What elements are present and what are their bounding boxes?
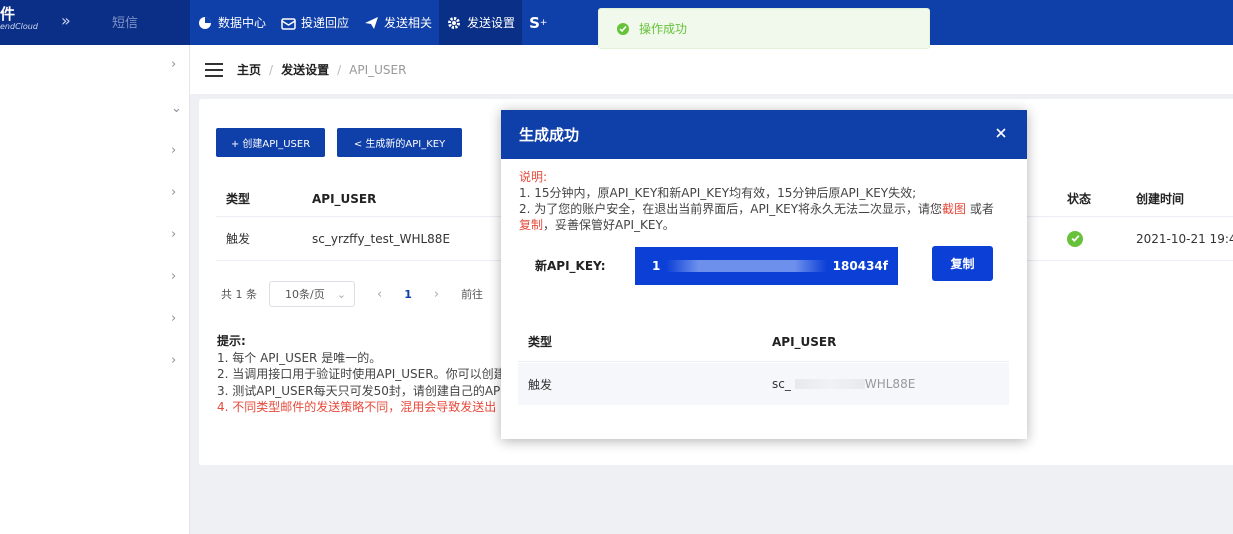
chevron-right-icon[interactable]: › — [171, 57, 176, 72]
menu-icon[interactable] — [205, 62, 223, 77]
sms-tab[interactable]: 短信 — [112, 12, 138, 31]
pie-chart-icon — [197, 15, 213, 31]
table-row: 触发 sc_ WHL88E — [518, 363, 1009, 405]
sidebar: › ⌄ › › › › › › — [0, 45, 190, 534]
nav-more[interactable]: S + — [522, 0, 554, 45]
chevron-down-icon: ⌄ — [336, 287, 346, 301]
next-page-icon[interactable]: › — [434, 287, 439, 302]
generate-api-key-button[interactable]: < 生成新的API_KEY — [337, 128, 462, 157]
page-jump-label: 前往 — [461, 288, 484, 301]
main-nav: 数据中心 投递回应 发送相关 发送设置 S + — [190, 0, 554, 45]
page-size-select[interactable]: 10条/页 ⌄ — [269, 281, 355, 307]
dialog-header: 生成成功 — [501, 110, 1027, 159]
close-icon[interactable] — [995, 125, 1009, 139]
dialog-description: 说明: 1. 15分钟内，原API_KEY和新API_KEY均有效，15分钟后原… — [519, 170, 994, 232]
gear-icon — [446, 15, 462, 31]
success-toast: 操作成功 — [598, 8, 930, 49]
paper-plane-icon — [363, 15, 379, 31]
new-api-key-row: 新API_KEY: 1 180434f 复制 — [501, 246, 1027, 285]
brand-area: 件 endCloud » 短信 — [0, 0, 190, 45]
total-count: 共 1 条 — [221, 288, 257, 301]
pagination: 共 1 条 10条/页 ⌄ ‹ 1 › 前往 — [221, 281, 483, 307]
create-api-user-button[interactable]: + 创建API_USER — [216, 128, 325, 157]
logo[interactable]: 件 endCloud — [0, 6, 38, 32]
breadcrumb-current: API_USER — [349, 62, 407, 77]
dialog-table-header: 类型 API_USER — [518, 322, 1009, 362]
dialog-body: 说明: 1. 15分钟内，原API_KEY和新API_KEY均有效，15分钟后原… — [501, 159, 1027, 233]
collapse-sidebar-icon[interactable]: » — [61, 11, 71, 30]
dialog-title: 生成成功 — [519, 126, 580, 144]
copy-button[interactable]: 复制 — [932, 246, 993, 281]
new-api-key-value[interactable]: 1 180434f — [635, 247, 898, 285]
nav-delivery-response[interactable]: 投递回应 — [273, 0, 356, 45]
redacted-mask — [794, 379, 865, 389]
chevron-right-icon[interactable]: › — [171, 143, 176, 158]
nav-send-settings[interactable]: 发送设置 — [439, 0, 523, 45]
prev-page-icon[interactable]: ‹ — [377, 287, 382, 302]
chevron-right-icon[interactable]: › — [171, 353, 176, 368]
chevron-right-icon[interactable]: › — [171, 185, 176, 200]
nav-data-center[interactable]: 数据中心 — [190, 0, 273, 45]
status-active-icon — [1067, 230, 1083, 247]
chevron-right-icon[interactable]: › — [171, 269, 176, 284]
check-circle-icon — [617, 22, 629, 35]
breadcrumb-home[interactable]: 主页 — [237, 61, 261, 78]
generate-success-dialog: 生成成功 说明: 1. 15分钟内，原API_KEY和新API_KEY均有效，1… — [501, 110, 1027, 439]
chevron-right-icon[interactable]: › — [171, 227, 176, 242]
tips-section: 提示: 1. 每个 API_USER 是唯一的。 2. 当调用接口用于验证时使用… — [217, 334, 506, 414]
redacted-mask — [666, 260, 827, 272]
breadcrumb-send-settings[interactable]: 发送设置 — [281, 61, 329, 78]
breadcrumb-bar: 主页 / 发送设置 / API_USER — [190, 45, 1233, 94]
chevron-down-icon[interactable]: ⌄ — [171, 101, 182, 116]
mailbox-icon — [280, 15, 296, 31]
page-1[interactable]: 1 — [404, 288, 412, 301]
nav-send-related[interactable]: 发送相关 — [356, 0, 439, 45]
chevron-right-icon[interactable]: › — [171, 311, 176, 326]
